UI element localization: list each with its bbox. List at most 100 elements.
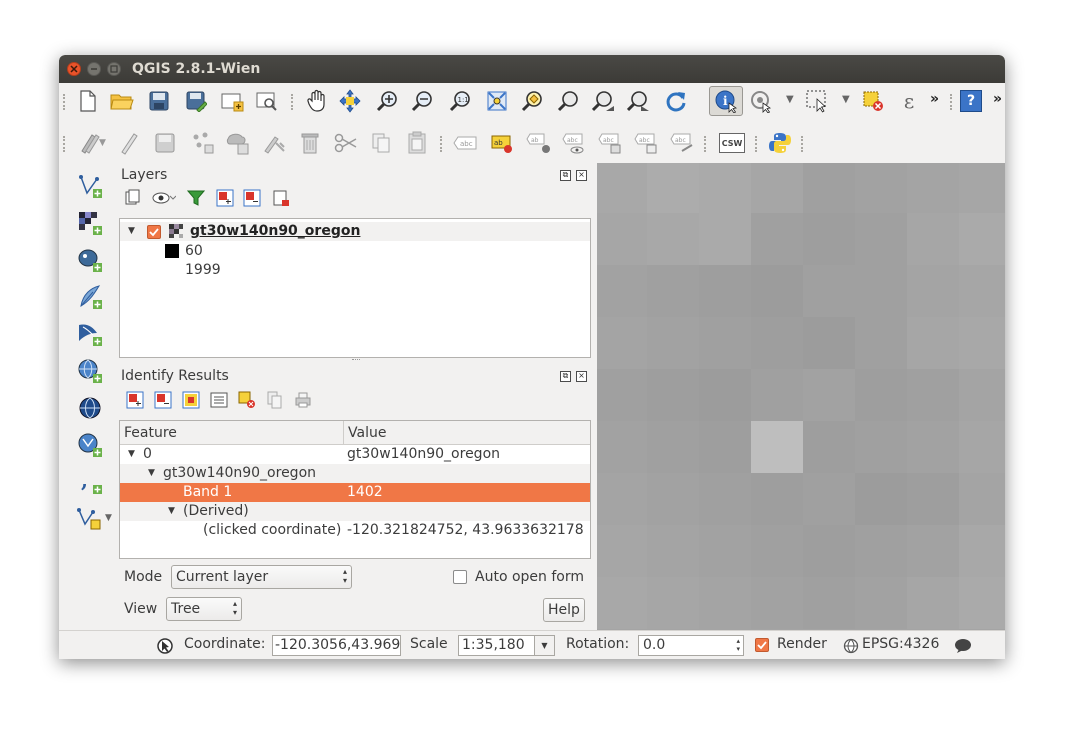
toolbar-grip[interactable] (950, 94, 953, 110)
render-checkbox[interactable] (755, 638, 769, 652)
auto-open-form-checkbox[interactable] (453, 570, 467, 584)
save-project-icon[interactable] (147, 89, 171, 113)
add-feature-icon[interactable] (226, 131, 250, 155)
change-label-icon[interactable]: abc (634, 131, 658, 155)
float-panel-button[interactable]: ⧉ (560, 170, 571, 181)
show-hide-label-icon[interactable]: ab (526, 131, 550, 155)
toggle-editing-icon[interactable] (117, 131, 141, 155)
epsilon-icon[interactable]: ε (897, 89, 921, 113)
zoom-next-icon[interactable] (627, 89, 651, 113)
add-raster-layer-icon[interactable] (75, 208, 105, 238)
maximize-window-button[interactable] (107, 62, 121, 76)
result-row[interactable]: ▼ (Derived) (120, 502, 590, 521)
new-shapefile-icon[interactable] (75, 504, 105, 534)
coordinate-field[interactable]: -120.3056,43.9691 (272, 635, 401, 656)
mouse-pointer-toggle-icon[interactable] (156, 637, 174, 655)
collapse-arrow-icon[interactable]: ▼ (148, 464, 155, 483)
node-tool-icon[interactable] (191, 131, 215, 155)
zoom-in-icon[interactable] (376, 89, 400, 113)
help-button[interactable]: Help (543, 598, 585, 622)
measure-icon[interactable] (749, 89, 773, 113)
save-edits-icon[interactable] (153, 131, 177, 155)
select-icon[interactable] (805, 89, 829, 113)
splitter-handle[interactable] (352, 359, 360, 362)
toolbar-grip[interactable] (801, 136, 804, 152)
result-row[interactable]: ▼ 0 gt30w140n90_oregon (120, 445, 590, 464)
label-properties-icon[interactable]: abc (670, 131, 694, 155)
refresh-icon[interactable] (664, 89, 688, 113)
column-header-feature[interactable]: Feature (120, 421, 344, 445)
zoom-last-icon[interactable] (592, 89, 616, 113)
add-wms-layer-icon[interactable] (75, 356, 105, 386)
view-select[interactable]: Tree ▴ ▾ (166, 597, 242, 621)
minimize-window-button[interactable] (87, 62, 101, 76)
collapse-arrow-icon[interactable]: ▼ (128, 222, 135, 241)
add-postgis-layer-icon[interactable] (75, 245, 105, 275)
mode-select[interactable]: Current layer ▴ ▾ (171, 565, 352, 589)
dropdown-arrow-icon[interactable]: ▼ (99, 138, 106, 148)
chevron-down-icon[interactable]: ▼ (534, 636, 554, 655)
collapse-arrow-icon[interactable]: ▼ (128, 445, 135, 464)
zoom-native-icon[interactable]: 1:1 (449, 89, 473, 113)
composer-manager-icon[interactable] (255, 89, 279, 113)
new-project-icon[interactable] (76, 89, 100, 113)
close-panel-button[interactable]: × (576, 371, 587, 382)
expand-new-results-icon[interactable] (181, 390, 201, 410)
dropdown-arrow-icon[interactable]: ▼ (105, 513, 112, 523)
toolbar-grip[interactable] (755, 136, 758, 152)
zoom-to-selection-icon[interactable] (556, 89, 580, 113)
csw-icon[interactable]: CSW (719, 133, 745, 153)
updown-arrows-icon[interactable]: ▴ ▾ (736, 637, 740, 653)
collapse-arrow-icon[interactable]: ▼ (168, 502, 175, 521)
save-as-icon[interactable] (184, 89, 208, 113)
pin-label-icon[interactable]: ab (490, 131, 514, 155)
open-project-icon[interactable] (110, 89, 134, 113)
remove-layer-icon[interactable] (271, 188, 291, 208)
pan-to-selection-icon[interactable] (338, 89, 362, 113)
add-delimited-text-icon[interactable]: , (75, 467, 105, 497)
toolbar-grip[interactable] (704, 136, 707, 152)
expand-all-icon[interactable] (215, 188, 235, 208)
help-icon[interactable]: ? (960, 90, 982, 112)
add-spatialite-layer-icon[interactable] (75, 282, 105, 312)
new-print-composer-icon[interactable] (220, 89, 244, 113)
messages-icon[interactable] (954, 638, 972, 654)
python-icon[interactable] (768, 131, 792, 155)
rotate-label-icon[interactable]: abc (598, 131, 622, 155)
cut-icon[interactable] (334, 131, 358, 155)
add-vector-layer-icon[interactable] (75, 171, 105, 201)
layers-tree[interactable]: ▼ gt30w140n90_oregon 60 1999 (119, 218, 591, 358)
open-form-icon[interactable] (209, 390, 229, 410)
copy-results-icon[interactable] (265, 390, 285, 410)
zoom-to-layer-icon[interactable] (520, 89, 544, 113)
toolbar-grip[interactable] (440, 136, 443, 152)
collapse-tree-icon[interactable] (153, 390, 173, 410)
more-tools-button-2[interactable]: » (993, 91, 1002, 107)
zoom-out-icon[interactable] (411, 89, 435, 113)
expand-tree-icon[interactable] (125, 390, 145, 410)
clear-results-icon[interactable] (237, 390, 257, 410)
print-icon[interactable] (293, 390, 313, 410)
label-icon[interactable]: abc (453, 131, 477, 155)
visibility-icon[interactable] (151, 188, 177, 208)
column-header-value[interactable]: Value (344, 421, 590, 445)
add-mssql-layer-icon[interactable] (75, 319, 105, 349)
scale-combo[interactable]: 1:35,180 ▼ (458, 635, 555, 656)
crs-globe-icon[interactable] (843, 638, 859, 654)
identify-icon[interactable]: i (709, 86, 743, 116)
close-window-button[interactable] (67, 62, 81, 76)
dropdown-arrow-icon[interactable]: ▼ (842, 94, 850, 105)
zoom-full-icon[interactable] (485, 89, 509, 113)
crs-label[interactable]: EPSG:4326 (862, 636, 939, 652)
close-panel-button[interactable]: × (576, 170, 587, 181)
layer-visibility-checkbox[interactable] (147, 225, 161, 239)
toolbar-grip[interactable] (63, 94, 66, 110)
result-row[interactable]: (clicked coordinate) -120.321824752, 43.… (120, 521, 590, 540)
toolbar-grip[interactable] (63, 136, 66, 152)
result-row[interactable]: ▼ gt30w140n90_oregon (120, 464, 590, 483)
delete-icon[interactable] (298, 131, 322, 155)
more-tools-button-1[interactable]: » (930, 91, 939, 107)
identify-results-tree[interactable]: Feature Value ▼ 0 gt30w140n90_oregon ▼ g… (119, 420, 591, 559)
collapse-all-icon[interactable] (242, 188, 262, 208)
paste-icon[interactable] (405, 131, 429, 155)
